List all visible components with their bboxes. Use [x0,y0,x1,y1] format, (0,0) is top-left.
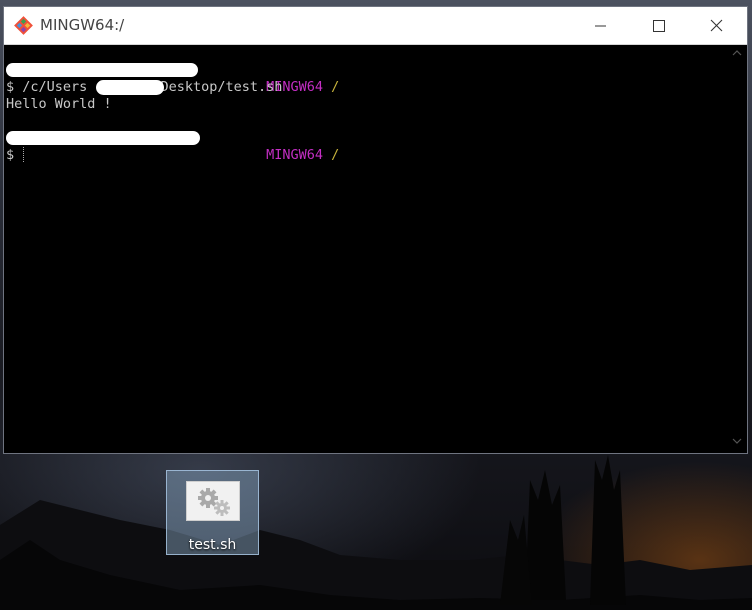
chevron-up-icon[interactable] [732,49,742,57]
close-button[interactable] [689,7,745,44]
user-host-redacted [55,147,258,163]
prompt-symbol: $ [6,79,15,95]
minimize-button[interactable] [573,7,629,44]
desktop-file-test-sh[interactable]: test.sh [166,470,259,555]
current-dir: / [331,147,340,163]
gears-icon [198,488,230,516]
chevron-down-icon[interactable] [732,437,742,445]
script-file-thumbnail [186,481,240,521]
vertical-scrollbar[interactable] [727,45,747,453]
redaction-mark [6,131,200,145]
file-name-label: test.sh [188,537,237,553]
terminal-window: MINGW64:/ MINGW64 / $ /c/Users Desktop/t… [3,6,748,454]
prompt-symbol: $ [6,147,15,163]
maximize-button[interactable] [631,7,687,44]
git-bash-icon [14,16,33,35]
text-cursor [23,147,25,162]
minimize-icon [595,25,606,27]
maximize-icon [653,20,665,32]
redaction-mark [96,80,164,95]
close-icon [710,19,723,32]
terminal-output[interactable]: MINGW64 / $ /c/Users Desktop/test.sh Hel… [4,45,727,453]
current-dir: / [331,79,340,95]
title-bar[interactable]: MINGW64:/ [4,7,747,45]
output-line: Hello World ! [6,96,112,112]
command-part-b: Desktop/test.sh [160,79,283,95]
redaction-mark [6,63,198,77]
command-part-a: /c/Users [22,79,88,95]
active-prompt-line: $ [6,147,14,164]
env-label: MINGW64 [266,147,324,163]
window-title: MINGW64:/ [40,16,125,34]
